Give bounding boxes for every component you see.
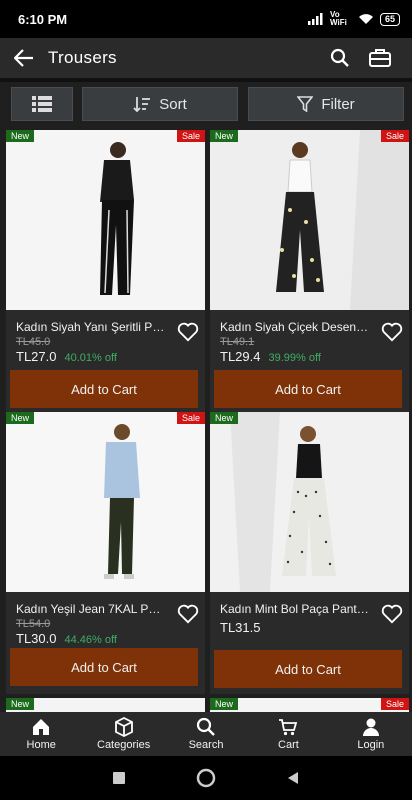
toolbar: Sort Filter bbox=[0, 82, 412, 126]
app-bar: Trousers bbox=[0, 38, 412, 78]
nav-categories[interactable]: Categories bbox=[82, 712, 164, 756]
sort-label: Sort bbox=[159, 95, 187, 113]
product-card[interactable]: New Sale Kadın Yeşil Jean 7KAL Pantolon … bbox=[6, 412, 205, 694]
discount: 44.46% off bbox=[64, 634, 117, 646]
status-time: 6:10 PM bbox=[18, 11, 68, 27]
nav-login-label: Login bbox=[357, 739, 385, 751]
sale-badge: Sale bbox=[176, 130, 205, 142]
heart-icon[interactable] bbox=[177, 604, 199, 624]
new-badge: New bbox=[210, 698, 239, 710]
back-button[interactable] bbox=[12, 38, 36, 78]
product-photo-4 bbox=[210, 412, 409, 592]
price-row: TL30.0 44.46% off bbox=[16, 631, 117, 646]
product-card[interactable]: New Sale Kadın Siyah Çiçek Desenli Panto… bbox=[210, 130, 409, 412]
briefcase-icon bbox=[369, 49, 391, 67]
nav-login[interactable]: Login bbox=[330, 712, 412, 756]
price: TL29.4 bbox=[220, 349, 261, 364]
product-name[interactable]: Kadın Yeşil Jean 7KAL Pantolon bbox=[16, 602, 166, 616]
heart-icon[interactable] bbox=[381, 322, 403, 342]
price: TL30.0 bbox=[16, 631, 57, 646]
page-title: Trousers bbox=[48, 48, 117, 67]
signal-icon bbox=[307, 13, 323, 25]
login-icon bbox=[362, 718, 379, 736]
product-card[interactable]: New Sale Kadın Siyah Yanı Şeritli Pantol… bbox=[6, 130, 205, 412]
add-to-cart-button[interactable]: Add to Cart bbox=[214, 370, 402, 408]
nav-search-label: Search bbox=[188, 739, 224, 751]
home-icon bbox=[33, 719, 50, 735]
status-bar: 6:10 PM Vo WiFi 65 bbox=[0, 0, 412, 38]
add-to-cart-button[interactable]: Add to Cart bbox=[10, 370, 198, 408]
old-price: TL45.0 bbox=[16, 336, 51, 348]
price-row: TL27.0 40.01% off bbox=[16, 349, 117, 364]
product-grid: New Sale Kadın Siyah Yanı Şeritli Pantol… bbox=[0, 126, 412, 712]
briefcase-button[interactable] bbox=[360, 38, 400, 78]
price: TL31.5 bbox=[220, 620, 261, 635]
nav-search[interactable]: Search bbox=[165, 712, 247, 756]
heart-icon[interactable] bbox=[381, 604, 403, 624]
add-to-cart-button[interactable]: Add to Cart bbox=[10, 648, 198, 686]
product-image[interactable]: New bbox=[210, 412, 409, 592]
bottom-nav: Home Categories Search Cart Login bbox=[0, 712, 412, 756]
product-image[interactable]: New Sale bbox=[6, 412, 205, 592]
nav-home-label: Home bbox=[26, 739, 56, 751]
sale-badge: Sale bbox=[176, 412, 205, 424]
status-icons: Vo WiFi 65 bbox=[307, 10, 400, 27]
product-photo-2 bbox=[210, 130, 409, 310]
product-image[interactable]: New Sale bbox=[210, 130, 409, 310]
cart-icon bbox=[279, 719, 298, 736]
search-button[interactable] bbox=[320, 38, 360, 78]
heart-icon[interactable] bbox=[177, 322, 199, 342]
new-badge: New bbox=[210, 130, 239, 142]
filter-label: Filter bbox=[321, 95, 355, 113]
product-photo-3 bbox=[6, 412, 205, 592]
product-image[interactable]: New Sale bbox=[6, 130, 205, 310]
list-view-button[interactable] bbox=[11, 87, 73, 121]
search-icon bbox=[330, 48, 349, 67]
product-name[interactable]: Kadın Siyah Yanı Şeritli Pantolon bbox=[16, 320, 166, 334]
nav-categories-label: Categories bbox=[97, 739, 151, 751]
new-badge: New bbox=[6, 412, 35, 424]
back-arrow-icon bbox=[14, 49, 33, 67]
sale-badge: Sale bbox=[380, 698, 409, 710]
search-icon bbox=[196, 717, 215, 736]
list-view-icon bbox=[32, 96, 52, 112]
product-name[interactable]: Kadın Mint Bol Paça Pantolon bbox=[220, 602, 370, 616]
old-price: TL49.1 bbox=[220, 336, 255, 348]
nav-cart[interactable]: Cart bbox=[247, 712, 329, 756]
product-photo-1 bbox=[6, 130, 205, 310]
new-badge: New bbox=[210, 412, 239, 424]
product-card-peek[interactable]: New Sale bbox=[210, 698, 409, 712]
back-triangle-icon[interactable] bbox=[286, 771, 300, 785]
product-name[interactable]: Kadın Siyah Çiçek Desenli Pantolon bbox=[220, 320, 370, 334]
sale-badge: Sale bbox=[380, 130, 409, 142]
recents-icon[interactable] bbox=[112, 771, 126, 785]
product-card[interactable]: New Kadın Mint Bol Paça Pantolon TL31.5 … bbox=[210, 412, 409, 694]
new-badge: New bbox=[6, 698, 35, 710]
old-price: TL54.0 bbox=[16, 618, 51, 630]
price-row: TL29.4 39.99% off bbox=[220, 349, 321, 364]
discount: 40.01% off bbox=[64, 352, 117, 364]
nav-home[interactable]: Home bbox=[0, 712, 82, 756]
home-circle-icon[interactable] bbox=[196, 768, 216, 788]
product-card-peek[interactable]: New bbox=[6, 698, 205, 712]
sort-button[interactable]: Sort bbox=[82, 87, 238, 121]
new-badge: New bbox=[6, 130, 35, 142]
battery-icon: 65 bbox=[379, 12, 400, 26]
filter-icon bbox=[297, 96, 314, 112]
discount: 39.99% off bbox=[268, 352, 321, 364]
network-label: Vo WiFi bbox=[329, 10, 347, 27]
system-nav-bar bbox=[0, 756, 412, 800]
add-to-cart-button[interactable]: Add to Cart bbox=[214, 650, 402, 688]
filter-button[interactable]: Filter bbox=[248, 87, 404, 121]
categories-icon bbox=[114, 717, 133, 737]
sort-icon bbox=[133, 97, 151, 112]
nav-cart-label: Cart bbox=[278, 739, 299, 751]
price: TL27.0 bbox=[16, 349, 57, 364]
wifi-icon bbox=[358, 14, 373, 24]
